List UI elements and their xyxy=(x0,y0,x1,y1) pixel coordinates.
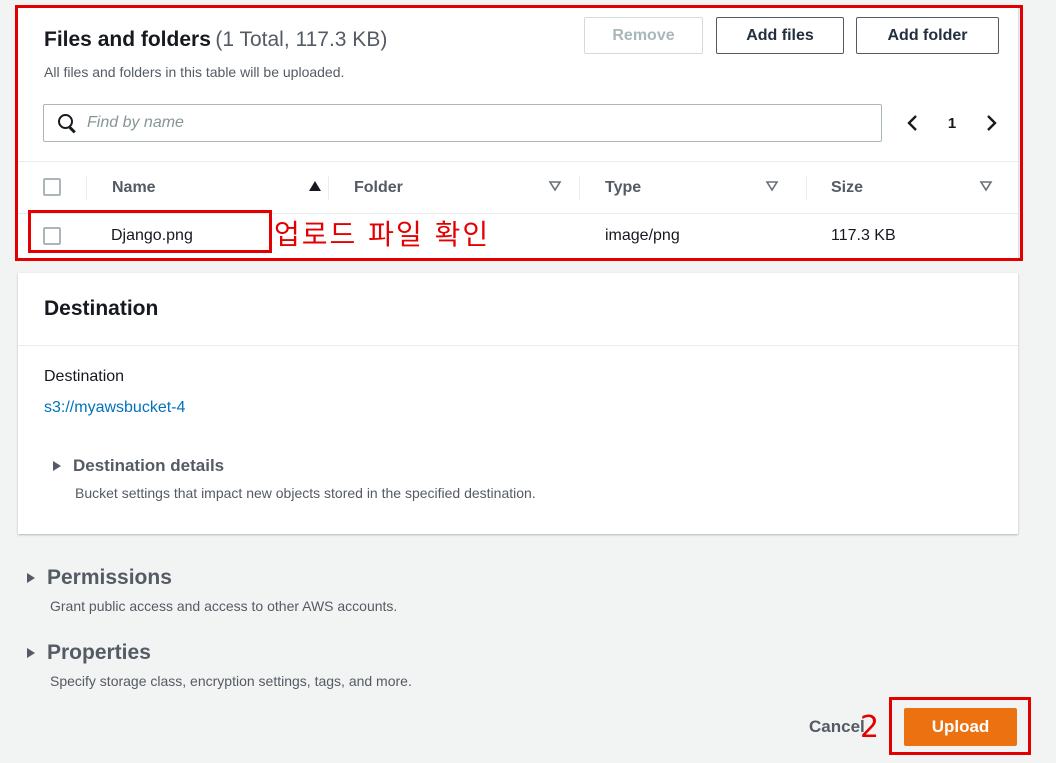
cancel-button[interactable]: Cancel xyxy=(809,717,865,737)
permissions-title: Permissions xyxy=(47,566,172,589)
caret-right-icon xyxy=(53,461,61,471)
destination-details-title: Destination details xyxy=(73,456,225,475)
destination-panel-title: Destination xyxy=(44,297,159,320)
properties-title: Properties xyxy=(47,641,151,664)
destination-details-description: Bucket settings that impact new objects … xyxy=(75,485,536,501)
annotation-box-upload xyxy=(889,697,1031,755)
annotation-box-file-row xyxy=(28,210,272,253)
properties-expander[interactable]: Properties xyxy=(27,641,151,665)
destination-label: Destination xyxy=(44,368,125,385)
permissions-expander[interactable]: Permissions xyxy=(27,566,172,590)
caret-right-icon xyxy=(27,648,35,658)
destination-details-expander[interactable]: Destination details xyxy=(53,456,224,476)
properties-description: Specify storage class, encryption settin… xyxy=(50,673,412,689)
caret-right-icon xyxy=(27,573,35,583)
destination-panel-header: Destination xyxy=(18,273,1018,346)
destination-panel: Destination Destination s3://myawsbucket… xyxy=(18,273,1018,534)
permissions-description: Grant public access and access to other … xyxy=(50,598,398,614)
destination-bucket-link[interactable]: s3://myawsbucket-4 xyxy=(44,399,185,417)
annotation-file-note: 업로드 파일 확인 xyxy=(274,218,491,251)
annotation-step-number: 2 xyxy=(860,710,880,745)
